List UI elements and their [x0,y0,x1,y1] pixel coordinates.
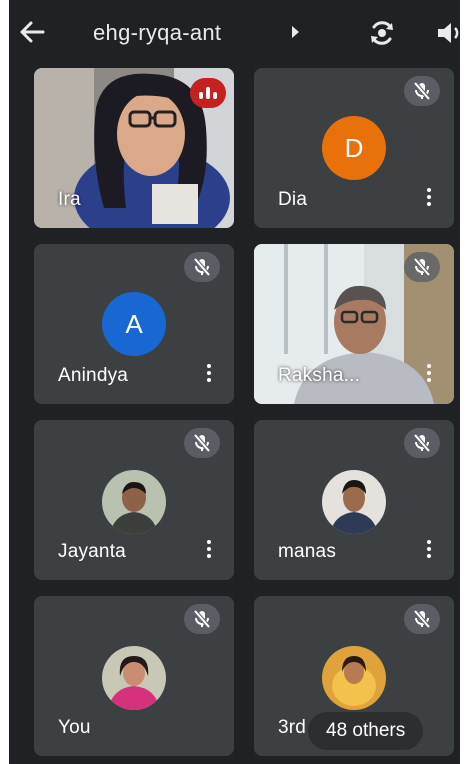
participant-name: You [58,717,91,738]
arrow-back-icon[interactable] [17,17,47,47]
participant-tile-dia[interactable]: D Dia [254,68,454,228]
mic-off-icon [404,252,440,282]
participant-tile-you[interactable]: You [34,596,234,756]
meet-screen: ehg-ryqa-ant Ira D Dia A Anindya Raksha.… [9,0,460,764]
participant-name: Jayanta [58,541,126,562]
participant-name: Raksha... [278,365,361,386]
speaking-indicator [190,78,226,108]
speaker-icon[interactable] [435,19,460,47]
others-count-button[interactable]: 48 others [308,712,424,750]
participant-name: Dia [278,189,308,210]
mic-off-icon [404,76,440,106]
avatar [102,470,166,534]
avatar [322,470,386,534]
participant-tile-manas[interactable]: manas [254,420,454,580]
participant-tile-jayanta[interactable]: Jayanta [34,420,234,580]
avatar: D [322,116,386,180]
mic-off-icon [404,428,440,458]
participant-name: manas [278,541,337,562]
avatar [322,646,386,710]
more-options-icon[interactable] [426,364,432,386]
more-options-icon[interactable] [206,540,212,562]
participant-name: Ira [58,189,81,210]
caret-right-icon[interactable] [292,26,299,38]
mic-off-icon [404,604,440,634]
participant-name: 3rd [278,717,307,738]
meeting-code[interactable]: ehg-ryqa-ant [93,20,221,46]
participant-tile-raksha[interactable]: Raksha... [254,244,454,404]
mic-off-icon [184,252,220,282]
avatar [102,646,166,710]
avatar: A [102,292,166,356]
participant-tile-anindya[interactable]: A Anindya [34,244,234,404]
more-options-icon[interactable] [426,540,432,562]
mic-off-icon [184,604,220,634]
flip-camera-icon[interactable] [366,17,398,49]
participant-name: Anindya [58,365,129,386]
participant-tile-ira[interactable]: Ira [34,68,234,228]
mic-off-icon [184,428,220,458]
top-bar: ehg-ryqa-ant [9,0,460,64]
more-options-icon[interactable] [426,188,432,210]
more-options-icon[interactable] [206,364,212,386]
